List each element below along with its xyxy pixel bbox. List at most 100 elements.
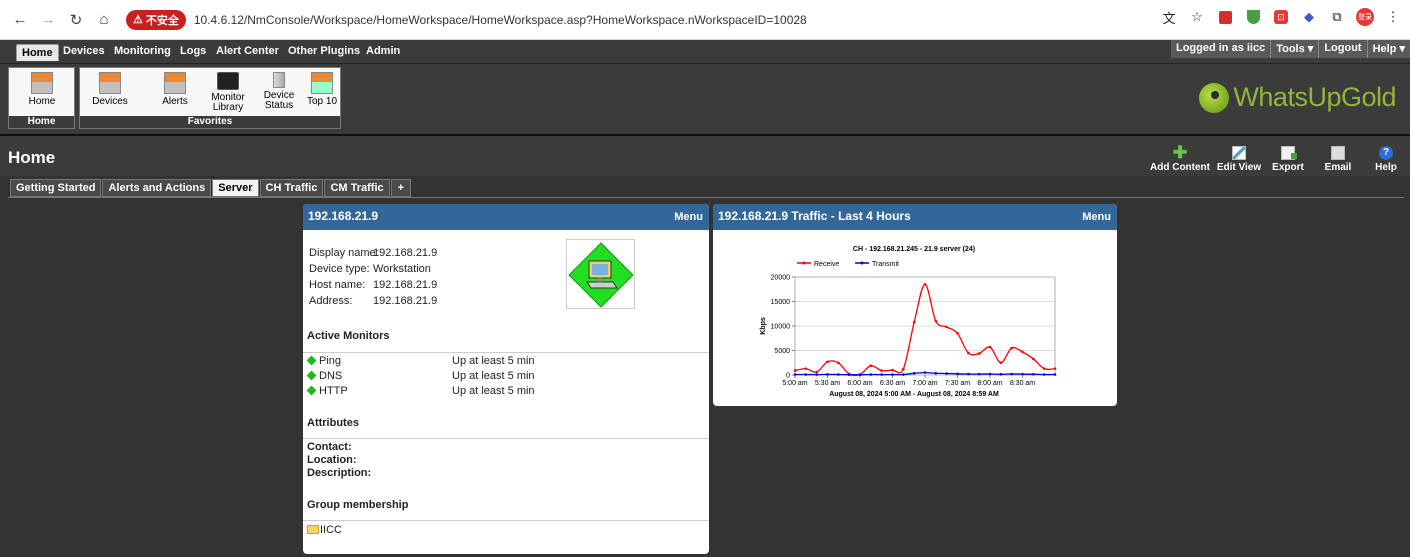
forward-icon[interactable]: → — [36, 8, 60, 32]
data-point-receive — [967, 351, 970, 355]
back-icon[interactable]: ← — [8, 8, 32, 32]
export-button[interactable]: Export — [1270, 146, 1306, 173]
attributes-title: Attributes — [307, 417, 359, 429]
address-label: Address: — [309, 295, 353, 307]
extensions-puzzle-icon[interactable]: ⧉ — [1328, 8, 1346, 26]
extension-pink-icon[interactable]: ⊡ — [1272, 8, 1290, 26]
browser-menu-icon[interactable]: ⋮ — [1384, 8, 1402, 26]
reload-icon[interactable]: ↻ — [64, 8, 88, 32]
security-badge[interactable]: ⚠ 不安全 — [126, 9, 186, 30]
profile-avatar[interactable]: 登录 — [1356, 8, 1374, 26]
traffic-panel-header: 192.168.21.9 Traffic - Last 4 Hours Menu — [713, 204, 1117, 230]
alerts-icon — [164, 72, 186, 94]
data-point-receive — [1032, 357, 1035, 361]
x-axis-label: August 08, 2024 5:00 AM - August 08, 202… — [829, 391, 999, 398]
add-tab-button[interactable]: + — [390, 179, 412, 197]
warning-icon: ⚠ — [133, 14, 143, 26]
device-panel-title: 192.168.21.9 — [308, 209, 379, 223]
logout-link[interactable]: Logout — [1318, 40, 1367, 58]
edit-view-button[interactable]: Edit View — [1214, 146, 1264, 173]
monitor-row-ping[interactable]: Ping Up at least 5 min — [306, 355, 703, 368]
plus-icon: ✚ — [1173, 143, 1188, 162]
y-tick-label: 5000 — [774, 348, 790, 355]
menu-home[interactable]: Home — [16, 44, 59, 61]
extension-blue-icon[interactable]: ◆ — [1300, 8, 1318, 26]
traffic-panel-title: 192.168.21.9 Traffic - Last 4 Hours — [718, 209, 911, 223]
ribbon-top-10[interactable]: Top 10 — [304, 72, 340, 107]
extension-shield-icon[interactable] — [1244, 8, 1262, 26]
device-panel-menu[interactable]: Menu — [674, 211, 703, 223]
data-point-receive — [912, 320, 916, 324]
menu-monitoring[interactable]: Monitoring — [114, 45, 171, 57]
menu-alert-center[interactable]: Alert Center — [216, 45, 279, 57]
home-icon[interactable]: ⌂ — [92, 8, 116, 32]
data-point-transmit — [1053, 373, 1057, 376]
ribbon-group-label: Favorites — [80, 116, 340, 128]
email-button[interactable]: Email — [1322, 146, 1354, 173]
folder-icon — [307, 525, 319, 534]
data-point-receive — [902, 367, 905, 371]
traffic-panel-menu[interactable]: Menu — [1082, 211, 1111, 223]
data-point-transmit — [891, 373, 894, 376]
y-axis-label: Kbps — [760, 317, 767, 335]
device-panel-header: 192.168.21.9 Menu — [303, 204, 709, 230]
extension-red-icon[interactable] — [1216, 8, 1234, 26]
ribbon-group-favorites: Devices Alerts Monitor Library Device St… — [79, 67, 341, 129]
legend-label-transmit: Transmit — [872, 261, 899, 268]
section-divider — [303, 438, 709, 439]
data-point-transmit — [1042, 373, 1046, 376]
help-button[interactable]: ? Help — [1372, 146, 1400, 173]
help-icon: ? — [1379, 146, 1393, 160]
ribbon-alerts[interactable]: Alerts — [151, 72, 199, 107]
data-point-transmit — [804, 373, 808, 376]
host-name-label: Host name: — [309, 279, 366, 291]
ribbon-monitor-library[interactable]: Monitor Library — [206, 72, 250, 113]
ribbon-home[interactable]: Home — [18, 72, 66, 107]
data-point-receive — [793, 369, 797, 372]
tools-menu[interactable]: Tools ▾ — [1270, 40, 1319, 58]
menu-devices[interactable]: Devices — [63, 45, 105, 57]
data-point-transmit — [847, 373, 851, 377]
workspace-tabs: Getting Started Alerts and Actions Serve… — [10, 179, 412, 197]
y-tick-label: 0 — [786, 373, 790, 380]
data-point-receive — [988, 345, 992, 349]
monitor-row-dns[interactable]: DNS Up at least 5 min — [306, 370, 703, 383]
data-point-transmit — [902, 373, 905, 376]
translate-icon[interactable]: 文 — [1160, 8, 1178, 26]
star-icon[interactable]: ☆ — [1188, 8, 1206, 26]
tab-getting-started[interactable]: Getting Started — [10, 179, 102, 197]
data-point-receive — [1053, 367, 1057, 370]
data-point-transmit — [934, 371, 938, 375]
tab-server[interactable]: Server — [212, 179, 259, 197]
legend-label-receive: Receive — [814, 261, 839, 268]
data-point-transmit — [967, 372, 970, 376]
data-point-transmit — [1032, 372, 1035, 376]
menu-admin[interactable]: Admin — [366, 45, 400, 57]
tab-alerts-and-actions[interactable]: Alerts and Actions — [102, 179, 212, 197]
chart-title: CH - 192.168.21.245 - 21.9 server (24) — [853, 246, 975, 253]
add-content-button[interactable]: ✚ Add Content — [1147, 143, 1213, 173]
data-point-transmit — [956, 372, 959, 376]
edit-icon — [1232, 146, 1246, 160]
device-panel: 192.168.21.9 Menu Display name: 192.168.… — [303, 204, 709, 554]
data-point-receive — [1021, 350, 1024, 354]
y-tick-label: 15000 — [771, 299, 791, 306]
data-point-receive — [923, 283, 927, 286]
ribbon-device-status[interactable]: Device Status — [259, 72, 299, 111]
monitor-row-http[interactable]: HTTP Up at least 5 min — [306, 385, 703, 398]
group-link[interactable]: IICC — [307, 524, 342, 536]
address-bar[interactable]: 10.4.6.12/NmConsole/Workspace/HomeWorksp… — [194, 13, 807, 27]
top-10-icon — [311, 72, 333, 94]
ribbon-devices[interactable]: Devices — [86, 72, 134, 107]
help-menu[interactable]: Help ▾ — [1366, 40, 1410, 58]
menu-logs[interactable]: Logs — [180, 45, 206, 57]
data-point-receive — [891, 368, 894, 372]
data-point-transmit — [912, 371, 916, 375]
tab-cm-traffic[interactable]: CM Traffic — [324, 179, 390, 197]
menu-other-plugins[interactable]: Other Plugins — [288, 45, 360, 57]
data-point-receive — [1042, 367, 1046, 370]
display-name-label: Display name: — [309, 247, 379, 259]
data-point-receive — [977, 352, 981, 355]
data-point-receive — [815, 370, 818, 374]
tab-ch-traffic[interactable]: CH Traffic — [259, 179, 324, 197]
